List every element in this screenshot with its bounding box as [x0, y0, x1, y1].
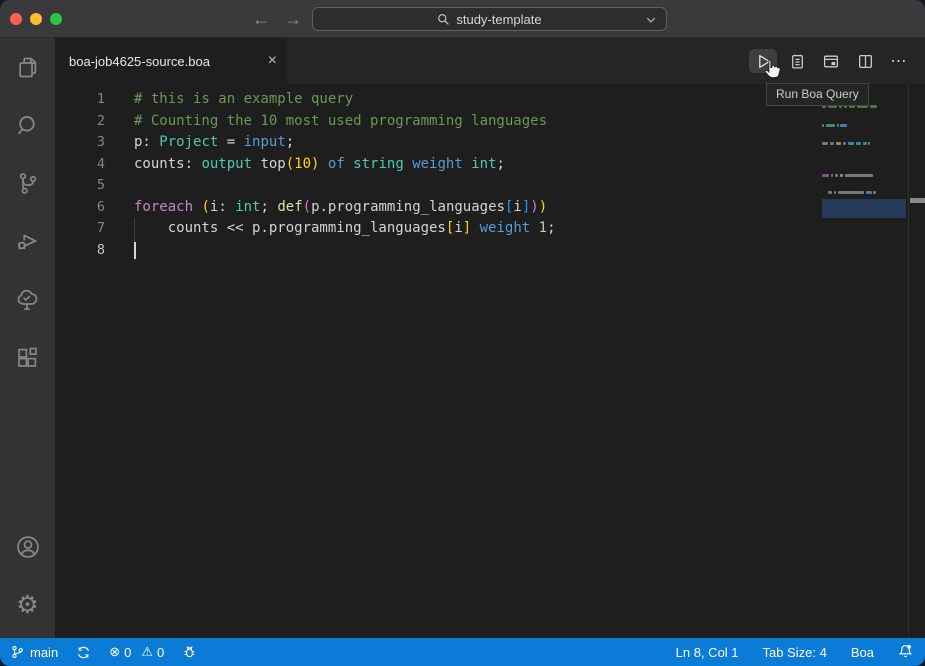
tab-bar: boa-job4625-source.boa ×: [55, 38, 925, 84]
more-actions-button[interactable]: ⋯: [885, 49, 913, 73]
source-control-icon[interactable]: [13, 168, 43, 198]
code-line[interactable]: 7 counts << p.programming_languages[i] w…: [55, 218, 925, 240]
minimap[interactable]: [822, 84, 908, 638]
traffic-lights: [10, 13, 62, 25]
code-editor[interactable]: 1 # this is an example query 2 # Counting t…: [55, 84, 925, 638]
search-icon: [437, 13, 450, 26]
code-text: counts: output top(10) of string weight …: [134, 154, 505, 176]
search-sidebar-icon[interactable]: [13, 110, 43, 140]
minimize-window-button[interactable]: [30, 13, 42, 25]
git-branch-indicator[interactable]: main: [10, 644, 58, 660]
line-number[interactable]: 8: [55, 240, 105, 262]
code-line[interactable]: 2 # Counting the 10 most used programming…: [55, 111, 925, 133]
run-debug-icon[interactable]: [13, 226, 43, 256]
notifications-bell[interactable]: [898, 643, 913, 662]
command-center-search[interactable]: study-template: [312, 7, 667, 31]
explorer-icon[interactable]: [13, 52, 43, 82]
warning-count: 0: [157, 645, 164, 660]
error-count: 0: [124, 645, 131, 660]
split-editor-icon: [857, 53, 874, 70]
bell-icon: [898, 643, 913, 659]
panel-layout-icon: [822, 53, 840, 70]
gear-glyph: ⚙: [16, 593, 38, 618]
line-number[interactable]: 3: [55, 132, 105, 154]
settings-gear-icon[interactable]: ⚙: [13, 590, 43, 620]
text-cursor: [134, 242, 136, 259]
tab-size-indicator[interactable]: Tab Size: 4: [763, 645, 827, 660]
tab-boa-source-file[interactable]: boa-job4625-source.boa ×: [55, 38, 287, 84]
notebook-list-icon: [789, 53, 806, 70]
code-line[interactable]: 5: [55, 175, 925, 197]
vscode-window: ← → study-template: [0, 0, 925, 666]
account-icon[interactable]: [13, 532, 43, 562]
code-text: p: Project = input;: [134, 132, 294, 154]
overview-ruler[interactable]: [908, 84, 925, 638]
language-mode[interactable]: Boa: [851, 645, 874, 660]
test-tree-icon[interactable]: [13, 284, 43, 314]
command-center-text: study-template: [456, 12, 541, 27]
sync-button[interactable]: [76, 645, 91, 660]
code-text: foreach (i: int; def(p.programming_langu…: [134, 197, 547, 219]
code-line[interactable]: 3 p: Project = input;: [55, 132, 925, 154]
status-bar: main ⊗ 0 ⚠ 0: [0, 638, 925, 666]
minimap-highlight[interactable]: [822, 199, 906, 218]
close-window-button[interactable]: [10, 13, 22, 25]
code-line[interactable]: 6 foreach (i: int; def(p.programming_lang…: [55, 197, 925, 219]
code-text: counts << p.programming_languages[i] wei…: [134, 218, 556, 240]
tab-label: boa-job4625-source.boa: [69, 54, 210, 69]
close-tab-icon[interactable]: ×: [268, 53, 277, 69]
line-number[interactable]: 5: [55, 175, 105, 197]
code-text: # Counting the 10 most used programming …: [134, 111, 547, 133]
code-lines: 1 # this is an example query 2 # Counting t…: [55, 84, 925, 638]
line-number[interactable]: 2: [55, 111, 105, 133]
split-editor-button[interactable]: [851, 49, 879, 73]
line-number[interactable]: 7: [55, 218, 105, 240]
line-number[interactable]: 1: [55, 89, 105, 111]
line-number[interactable]: 6: [55, 197, 105, 219]
overview-cursor-marker: [910, 198, 925, 203]
extensions-icon[interactable]: [13, 342, 43, 372]
title-bar: ← → study-template: [0, 0, 925, 38]
activity-bar: ⚙: [0, 38, 55, 638]
branch-name: main: [30, 645, 58, 660]
navigate-forward-icon[interactable]: →: [284, 9, 302, 30]
output-log-button[interactable]: [783, 49, 811, 73]
bug-icon: [182, 645, 197, 660]
open-preview-button[interactable]: [817, 49, 845, 73]
code-line[interactable]: 4 counts: output top(10) of string weight…: [55, 154, 925, 176]
problems-indicator[interactable]: ⊗ 0 ⚠ 0: [109, 644, 164, 660]
maximize-window-button[interactable]: [50, 13, 62, 25]
navigate-back-icon[interactable]: ←: [252, 9, 270, 30]
warning-icon: ⚠: [141, 644, 153, 660]
line-number[interactable]: 4: [55, 154, 105, 176]
chevron-down-icon[interactable]: [645, 14, 657, 26]
error-icon: ⊗: [109, 644, 120, 660]
code-line[interactable]: 8: [55, 240, 925, 262]
debug-indicator[interactable]: [182, 645, 197, 660]
mouse-cursor-hand-icon: [761, 58, 783, 87]
cursor-position[interactable]: Ln 8, Col 1: [676, 645, 739, 660]
git-branch-icon: [10, 644, 25, 660]
ellipsis-icon: ⋯: [891, 51, 908, 71]
sync-icon: [76, 645, 91, 660]
code-text: # this is an example query: [134, 89, 353, 111]
